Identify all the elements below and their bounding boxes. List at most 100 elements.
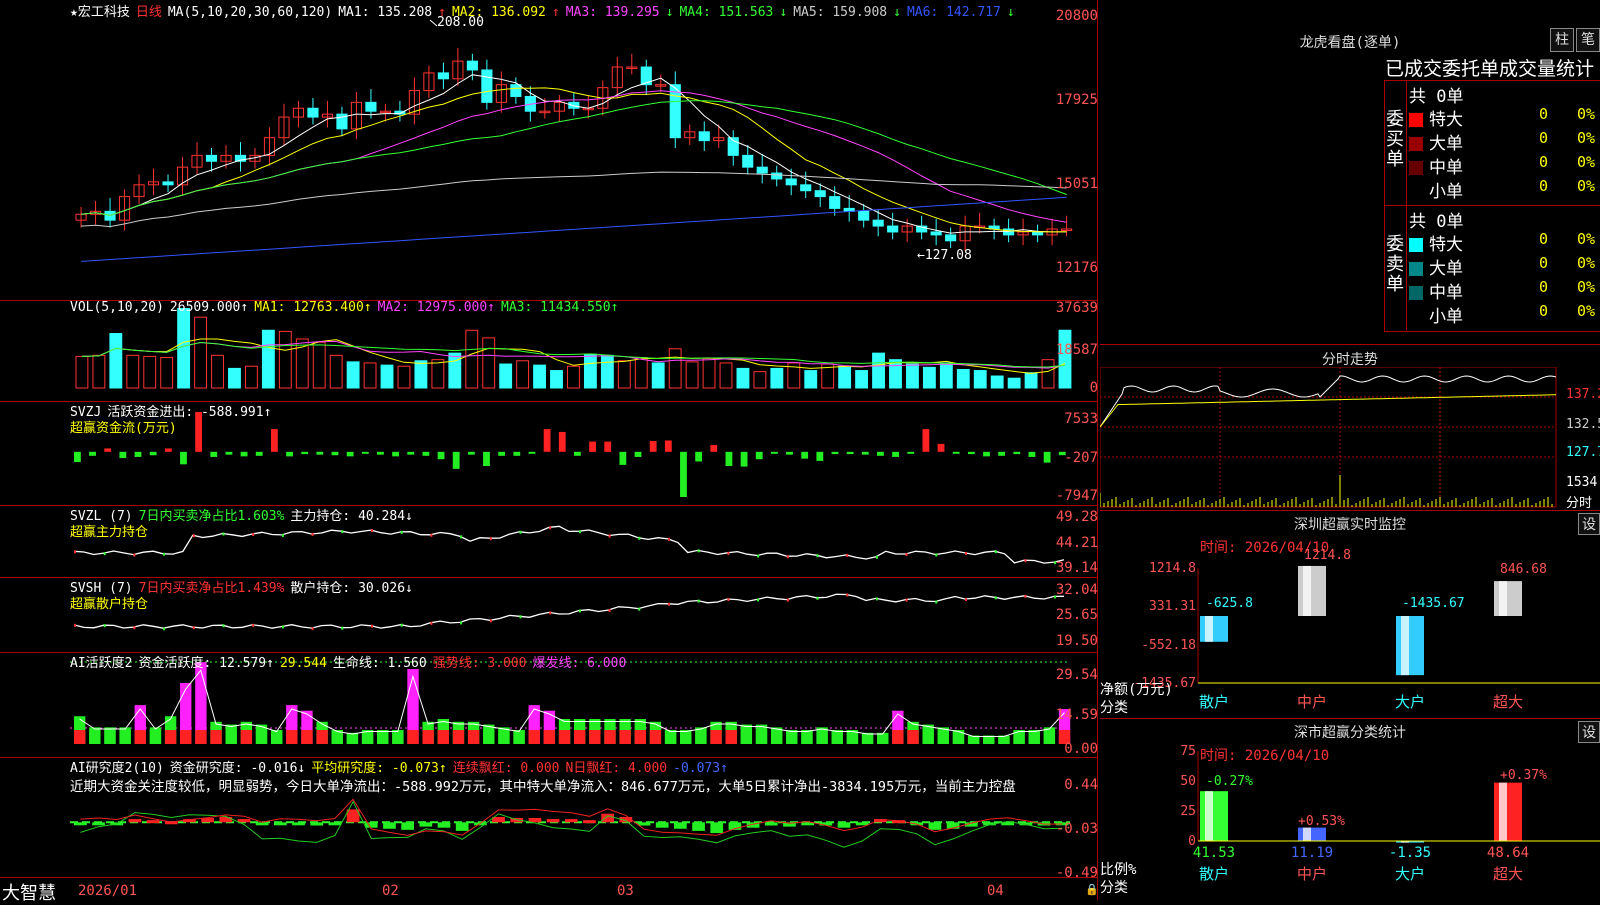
- candle-body: [800, 184, 812, 192]
- bar-mode-button[interactable]: 柱: [1550, 28, 1574, 52]
- order-color-swatch: [1409, 137, 1423, 151]
- activity-base: [1013, 730, 1025, 744]
- fund-flow-bar: [755, 451, 763, 460]
- monitor-bar-chart[interactable]: 1214.8331.31-552.18-1435.67-625.81214.8-…: [1100, 511, 1600, 719]
- category-bar: [1200, 791, 1228, 841]
- change-label: +0.53%: [1298, 814, 1345, 829]
- svsh-panel[interactable]: 32.04 25.65 19.50 SVSH (7) 7日内买卖净占比1.439%…: [0, 577, 1098, 653]
- svzl-ratio: 7日内买卖净占比1.603%: [138, 509, 285, 524]
- research-bar: [274, 822, 287, 826]
- volume-panel[interactable]: 37639 18587 0 VOL(5,10,20) 26509.000↑ MA1:…: [0, 300, 1098, 402]
- fund-flow-bar: [801, 451, 809, 459]
- volume-chart[interactable]: [70, 300, 1096, 401]
- holding-tick: [281, 625, 284, 629]
- holding-tick: [460, 621, 463, 625]
- candle-body: [858, 210, 870, 221]
- activity-base: [225, 730, 237, 744]
- activity-base: [407, 730, 419, 744]
- holding-tick: [400, 530, 403, 534]
- research-bar: [655, 822, 669, 828]
- price-legend: ★宏工科技 日线 MA(5,10,20,30,60,120) MA1: 135.208…: [70, 1, 1027, 20]
- ma-legend-item: MA3: 139.295: [565, 5, 660, 20]
- activity-base: [740, 730, 753, 744]
- order-side-divider: [1406, 80, 1407, 330]
- holding-line: [73, 593, 1065, 629]
- price-panel[interactable]: 20800 17925 15051 12176 ★宏工科技 日线 MA(5,10,2…: [0, 0, 1098, 301]
- svsh-holding: 散户持仓: 30.026↓: [290, 581, 413, 596]
- category-bar-shine: [1303, 827, 1311, 841]
- intraday-frame: [1100, 367, 1557, 508]
- fund-flow-bar: [255, 451, 263, 456]
- research-bar: [764, 822, 778, 826]
- order-color-swatch: [1409, 262, 1423, 276]
- holding-tick: [163, 627, 166, 631]
- svzj-panel[interactable]: 7533 -207 -7947 SVZJ 活跃资金进出: -588.991↑ 超赢…: [0, 401, 1098, 506]
- ai1-axis-tick: 14.59: [1055, 707, 1098, 723]
- sell-total: 共 0单: [1409, 212, 1464, 232]
- volume-bar: [126, 354, 140, 389]
- category-label: 散户: [1199, 693, 1229, 711]
- research-bar: [546, 819, 560, 823]
- fund-flow-bar: [210, 451, 218, 457]
- order-color-swatch: [1409, 310, 1423, 324]
- volume-bar: [92, 354, 106, 389]
- low-marker: ←127.08: [917, 248, 972, 263]
- volume-bar: [872, 352, 885, 389]
- tick-mode-button[interactable]: 笔: [1576, 28, 1600, 52]
- activity-base: [164, 730, 177, 744]
- axis-tick: 25: [1180, 804, 1196, 819]
- order-count: 0: [1539, 302, 1549, 320]
- intraday-panel[interactable]: 分时走势 137.2 132.5 127.7 1534 分时: [1100, 344, 1600, 511]
- order-row: 中单 0 0%: [1409, 278, 1599, 303]
- volume-bar: [753, 371, 767, 389]
- category-label: 大户: [1395, 693, 1425, 711]
- ai2-n-red: N日飘红: 4.000: [565, 761, 668, 776]
- candle-body: [568, 101, 580, 109]
- ai1-lifeline: 生命线: 1.560: [332, 656, 427, 671]
- category-bar: [1200, 616, 1228, 642]
- volume-bar: [228, 367, 241, 389]
- fund-flow-bar: [1013, 451, 1021, 455]
- fund-flow-bar: [407, 451, 415, 455]
- category-bar: [1298, 565, 1326, 616]
- fund-flow-bar: [952, 451, 960, 454]
- activity-base: [74, 730, 86, 744]
- holding-tick: [994, 550, 997, 554]
- fund-flow-bar: [634, 451, 642, 457]
- classify-panel[interactable]: 深市超赢分类统计 设 时间: 2026/04/10 75 50 25 0 -0.27% +…: [1100, 718, 1600, 901]
- classify-bar-chart[interactable]: 7550250-0.27%+0.53%+0.37%41.53 11.19 -1.35…: [1100, 719, 1600, 901]
- category-bar: [1396, 616, 1424, 676]
- intraday-chart[interactable]: [1100, 367, 1566, 511]
- holding-tick: [400, 623, 403, 627]
- fund-flow-bar: [422, 451, 430, 456]
- svzl-panel[interactable]: 49.28 44.21 39.14 SVZL (7) 7日内买卖净占比1.603%…: [0, 505, 1098, 578]
- bar-value-label: 846.68: [1500, 562, 1547, 577]
- holding-tick: [519, 530, 522, 534]
- fund-flow-bar: [846, 451, 854, 455]
- app-logo[interactable]: 大智慧: [2, 879, 56, 905]
- candle-body: [930, 231, 942, 236]
- holding-tick: [875, 555, 878, 559]
- activity-base: [437, 730, 449, 744]
- vol-axis-tick: 18587: [1055, 342, 1098, 358]
- volume-bar: [160, 356, 174, 389]
- realtime-monitor-panel[interactable]: 深圳超赢实时监控 设 时间: 2026/04/10 1214.8 331.31 -5…: [1100, 510, 1600, 719]
- activity-base: [892, 730, 904, 744]
- fund-flow-bar: [164, 448, 172, 452]
- axis-tick: 331.31: [1149, 599, 1196, 614]
- order-percent: 0%: [1577, 302, 1596, 320]
- order-count: 0: [1539, 278, 1549, 296]
- vol-ma3: MA3: 11434.550↑: [501, 300, 619, 315]
- ai-activity-panel[interactable]: 29.54 14.59 0.00 AI活跃度2 资金活跃度: 12.579↑ 29.…: [0, 652, 1098, 758]
- volume-bar: [431, 359, 445, 389]
- research-bar: [92, 822, 105, 826]
- holding-tick: [460, 535, 463, 539]
- ai1-legend: AI活跃度2 资金活跃度: 12.579↑ 29.544 生命线: 1.560 强势线:…: [70, 652, 632, 671]
- holding-tick: [163, 552, 166, 556]
- category-bar: [1494, 782, 1522, 841]
- ma-spec: MA(5,10,20,30,60,120): [167, 5, 333, 20]
- lock-icon[interactable]: 🔒: [1085, 883, 1099, 896]
- activity-base: [907, 730, 919, 744]
- period-label[interactable]: 日线: [136, 5, 162, 20]
- ai-research-panel[interactable]: 0.44 -0.03 -0.49 AI研究度2(10) 资金研究度: -0.016…: [0, 757, 1098, 881]
